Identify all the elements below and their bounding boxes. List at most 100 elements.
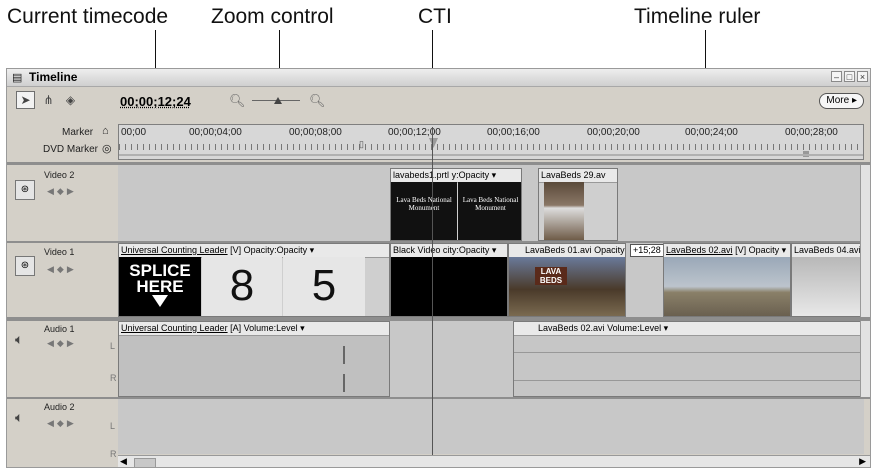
keyframe-nav-icon[interactable]: ◀◆▶ bbox=[47, 264, 77, 275]
timeline-panel-icon: ▤ bbox=[12, 72, 23, 84]
keyframe-nav-icon[interactable]: ◀◆▶ bbox=[47, 186, 77, 197]
track-name: Audio 1 bbox=[44, 324, 75, 334]
clip-header: LavaBeds 02.avi [V] Opacity ▾ bbox=[664, 244, 790, 258]
ruler-label: 00;00;20;00 bbox=[587, 127, 640, 138]
zoom-in-icon[interactable]: 🔍︎ bbox=[309, 93, 326, 109]
ruler-label: 00;00;28;00 bbox=[785, 127, 838, 138]
audio-waveform bbox=[514, 380, 863, 381]
marker-icon[interactable]: ⌂ bbox=[102, 125, 109, 137]
speaker-icon[interactable]: 🔈︎ bbox=[15, 331, 23, 348]
clip-lavabeds04[interactable]: LavaBeds 04.avi C bbox=[791, 243, 864, 317]
leader-number: 5 bbox=[311, 261, 337, 310]
channel-label: R bbox=[110, 373, 117, 383]
dvd-marker-icon[interactable]: ◎ bbox=[102, 142, 112, 155]
clip-lavabeds29[interactable]: LavaBeds 29.av bbox=[538, 168, 618, 241]
track-video1[interactable]: Universal Counting Leader [V] Opacity:Op… bbox=[118, 243, 864, 317]
clip-thumbnail: 8 bbox=[202, 257, 282, 316]
film-reel-icon[interactable]: ⊛ bbox=[15, 180, 35, 200]
down-arrow-icon bbox=[152, 295, 168, 307]
title-bar: ▤ Timeline – □ × bbox=[7, 69, 870, 87]
track-video2[interactable]: lavabeds1.prtl y:Opacity ▾ Lava Beds Nat… bbox=[118, 165, 864, 241]
track-header-audio2: 🔈︎ Audio 2 ◀◆▶ L R bbox=[7, 399, 118, 459]
clip-thumbnail: Lava Beds National Monument bbox=[391, 182, 457, 240]
callout-zoom-control: Zoom control bbox=[211, 5, 334, 28]
close-icon[interactable]: × bbox=[857, 71, 868, 82]
set-marker-icon[interactable]: ◈ bbox=[61, 91, 80, 109]
timeline-ruler[interactable]: 00;00 00;00;04;00 00;00;08;00 00;00;12;0… bbox=[118, 124, 864, 160]
thumbnail-text: Lava Beds National Monument bbox=[462, 196, 519, 212]
clip-black-video[interactable]: Black Video city:Opacity ▾ bbox=[390, 243, 508, 317]
clip-header: LavaBeds 01.avi Opacity ▾ bbox=[509, 244, 625, 258]
clip-universal-counting-leader-audio[interactable]: Universal Counting Leader [A] Volume:Lev… bbox=[118, 321, 390, 397]
zoom-slider-thumb[interactable] bbox=[274, 97, 282, 104]
thumbnail-text: Lava Beds National Monument bbox=[396, 196, 452, 212]
work-area-bar[interactable] bbox=[119, 154, 863, 156]
marker-label: Marker bbox=[62, 127, 94, 138]
audio-blip bbox=[343, 374, 345, 392]
ruler-marker-icon[interactable]: ▯ bbox=[359, 139, 364, 150]
track-header-audio1: 🔈︎ Audio 1 ◀◆▶ L R bbox=[7, 321, 118, 397]
clip-lavabeds02-audio[interactable]: LavaBeds 02.avi Volume:Level ▾ bbox=[513, 321, 864, 397]
keyframe-nav-icon[interactable]: ◀◆▶ bbox=[47, 338, 77, 349]
track-name: Audio 2 bbox=[44, 402, 75, 412]
video-scrollbar[interactable] bbox=[860, 165, 870, 317]
clip-header: Universal Counting Leader [V] Opacity:Op… bbox=[119, 244, 389, 258]
film-reel-icon[interactable]: ⊛ bbox=[15, 256, 35, 276]
channel-label: L bbox=[110, 341, 116, 351]
scroll-left-icon[interactable]: ◀ bbox=[120, 456, 127, 467]
ruler-label: 00;00;24;00 bbox=[685, 127, 738, 138]
ruler-label: 00;00 bbox=[121, 127, 147, 138]
snap-magnet-icon[interactable]: ⋔ bbox=[39, 91, 58, 109]
audio-blip bbox=[343, 346, 345, 364]
scroll-right-icon[interactable]: ▶ bbox=[859, 456, 866, 467]
timeline-toolbar: ➤ ⋔ ◈ 00;00;12;24 🔍︎ 🔍︎ More ▸ bbox=[7, 87, 870, 115]
clip-thumbnail bbox=[544, 182, 584, 240]
track-audio1[interactable]: Universal Counting Leader [A] Volume:Lev… bbox=[118, 321, 864, 397]
callout-timeline-ruler: Timeline ruler bbox=[634, 5, 761, 28]
ruler-label: 00;00;04;00 bbox=[189, 127, 242, 138]
clip-lavabeds1-title[interactable]: lavabeds1.prtl y:Opacity ▾ Lava Beds Nat… bbox=[390, 168, 522, 241]
clip-header: LavaBeds 02.avi Volume:Level ▾ bbox=[514, 322, 863, 336]
clip-header: lavabeds1.prtl y:Opacity ▾ bbox=[391, 169, 521, 183]
track-audio2[interactable] bbox=[118, 399, 864, 454]
clip-header: LavaBeds 04.avi C bbox=[792, 244, 863, 258]
zoom-out-icon[interactable]: 🔍︎ bbox=[229, 93, 246, 109]
clip-header: Black Video city:Opacity ▾ bbox=[391, 244, 507, 258]
timeline-panel: ▤ Timeline – □ × ➤ ⋔ ◈ 00;00;12;24 🔍︎ 🔍︎… bbox=[6, 68, 871, 468]
keyframe-nav-icon[interactable]: ◀◆▶ bbox=[47, 418, 77, 429]
more-button[interactable]: More ▸ bbox=[819, 93, 864, 109]
clip-thumbnail bbox=[792, 257, 863, 316]
speaker-icon[interactable]: 🔈︎ bbox=[15, 409, 23, 426]
clip-lavabeds02[interactable]: LavaBeds 02.avi [V] Opacity ▾ bbox=[663, 243, 791, 317]
audio-waveform bbox=[514, 352, 863, 353]
callout-cti: CTI bbox=[418, 5, 452, 28]
ruler-label: 00;00;08;00 bbox=[289, 127, 342, 138]
minimize-icon[interactable]: – bbox=[831, 71, 842, 82]
ruler-label: 00;00;16;00 bbox=[487, 127, 540, 138]
channel-label: L bbox=[110, 421, 116, 431]
panel-title: Timeline bbox=[29, 70, 78, 84]
splice-here-text: SPLICE HERE bbox=[129, 261, 191, 296]
scroll-thumb[interactable] bbox=[134, 458, 156, 467]
track-name: Video 1 bbox=[44, 247, 75, 257]
track-header-video1: ⊛ Video 1 ◀◆▶ bbox=[7, 243, 118, 317]
audio-scrollbar[interactable] bbox=[860, 321, 870, 397]
current-timecode-display[interactable]: 00;00;12;24 bbox=[120, 94, 191, 109]
clip-lavabeds01[interactable]: LavaBeds 01.avi Opacity ▾ LAVA BEDS bbox=[508, 243, 626, 317]
callout-current-timecode: Current timecode bbox=[7, 5, 169, 28]
cti-line[interactable] bbox=[432, 127, 433, 457]
clip-thumbnail bbox=[664, 257, 790, 316]
track-name: Video 2 bbox=[44, 170, 75, 180]
selection-tool-icon[interactable]: ➤ bbox=[16, 91, 35, 109]
track-header-video2: ⊛ Video 2 ◀◆▶ bbox=[7, 165, 118, 241]
channel-label: R bbox=[110, 449, 117, 459]
maximize-icon[interactable]: □ bbox=[844, 71, 855, 82]
transition-time-badge: +15;28 bbox=[630, 244, 664, 257]
clip-header: Universal Counting Leader [A] Volume:Lev… bbox=[119, 322, 389, 336]
clip-header: LavaBeds 29.av bbox=[539, 169, 617, 183]
clip-thumbnail bbox=[391, 257, 507, 316]
clip-thumbnail: Lava Beds National Monument bbox=[458, 182, 521, 240]
clip-universal-counting-leader-video[interactable]: Universal Counting Leader [V] Opacity:Op… bbox=[118, 243, 390, 317]
lava-beds-sign: LAVA BEDS bbox=[535, 267, 567, 285]
horizontal-scrollbar[interactable]: ◀ ▶ bbox=[118, 455, 870, 467]
